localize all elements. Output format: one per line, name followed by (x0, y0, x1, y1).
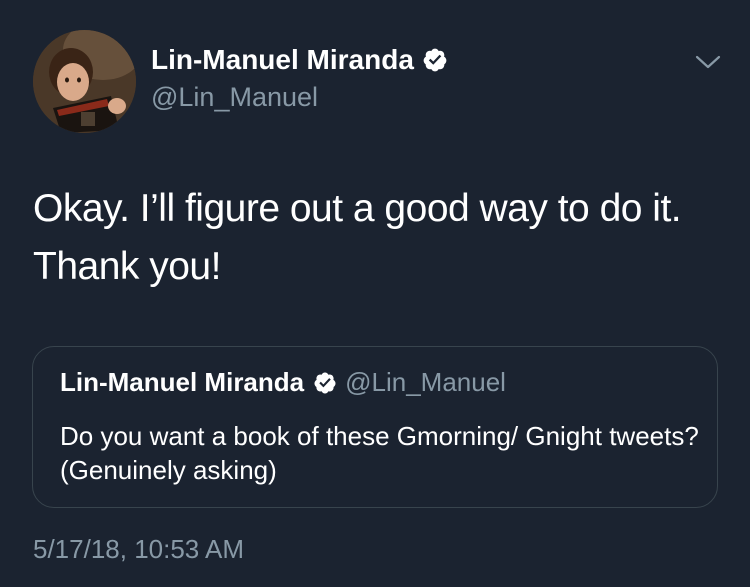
quoted-author-handle: @Lin_Manuel (345, 367, 506, 397)
quoted-tweet-text: Do you want a book of these Gmorning/ Gn… (60, 421, 699, 485)
avatar[interactable] (33, 30, 136, 133)
verified-badge-icon (422, 47, 448, 73)
tweet-text: Okay. I’ll figure out a good way to do i… (33, 187, 682, 288)
author-handle[interactable]: @Lin_Manuel (151, 82, 318, 113)
chevron-down-icon[interactable] (694, 52, 722, 72)
author-name-row[interactable]: Lin-Manuel Miranda (151, 44, 448, 76)
tweet-timestamp[interactable]: 5/17/18, 10:53 AM (33, 534, 244, 565)
quoted-tweet-header: Lin-Manuel Miranda @Lin_Manuel (60, 367, 506, 398)
tweet: Lin-Manuel Miranda @Lin_Manuel Okay. I’l… (0, 0, 750, 587)
verified-badge-icon (313, 371, 337, 395)
quoted-tweet-card[interactable]: Lin-Manuel Miranda @Lin_Manuel Do you wa… (32, 346, 718, 508)
author-display-name[interactable]: Lin-Manuel Miranda (151, 44, 414, 76)
quoted-author-name: Lin-Manuel Miranda (60, 367, 305, 397)
avatar-photo (33, 30, 136, 133)
